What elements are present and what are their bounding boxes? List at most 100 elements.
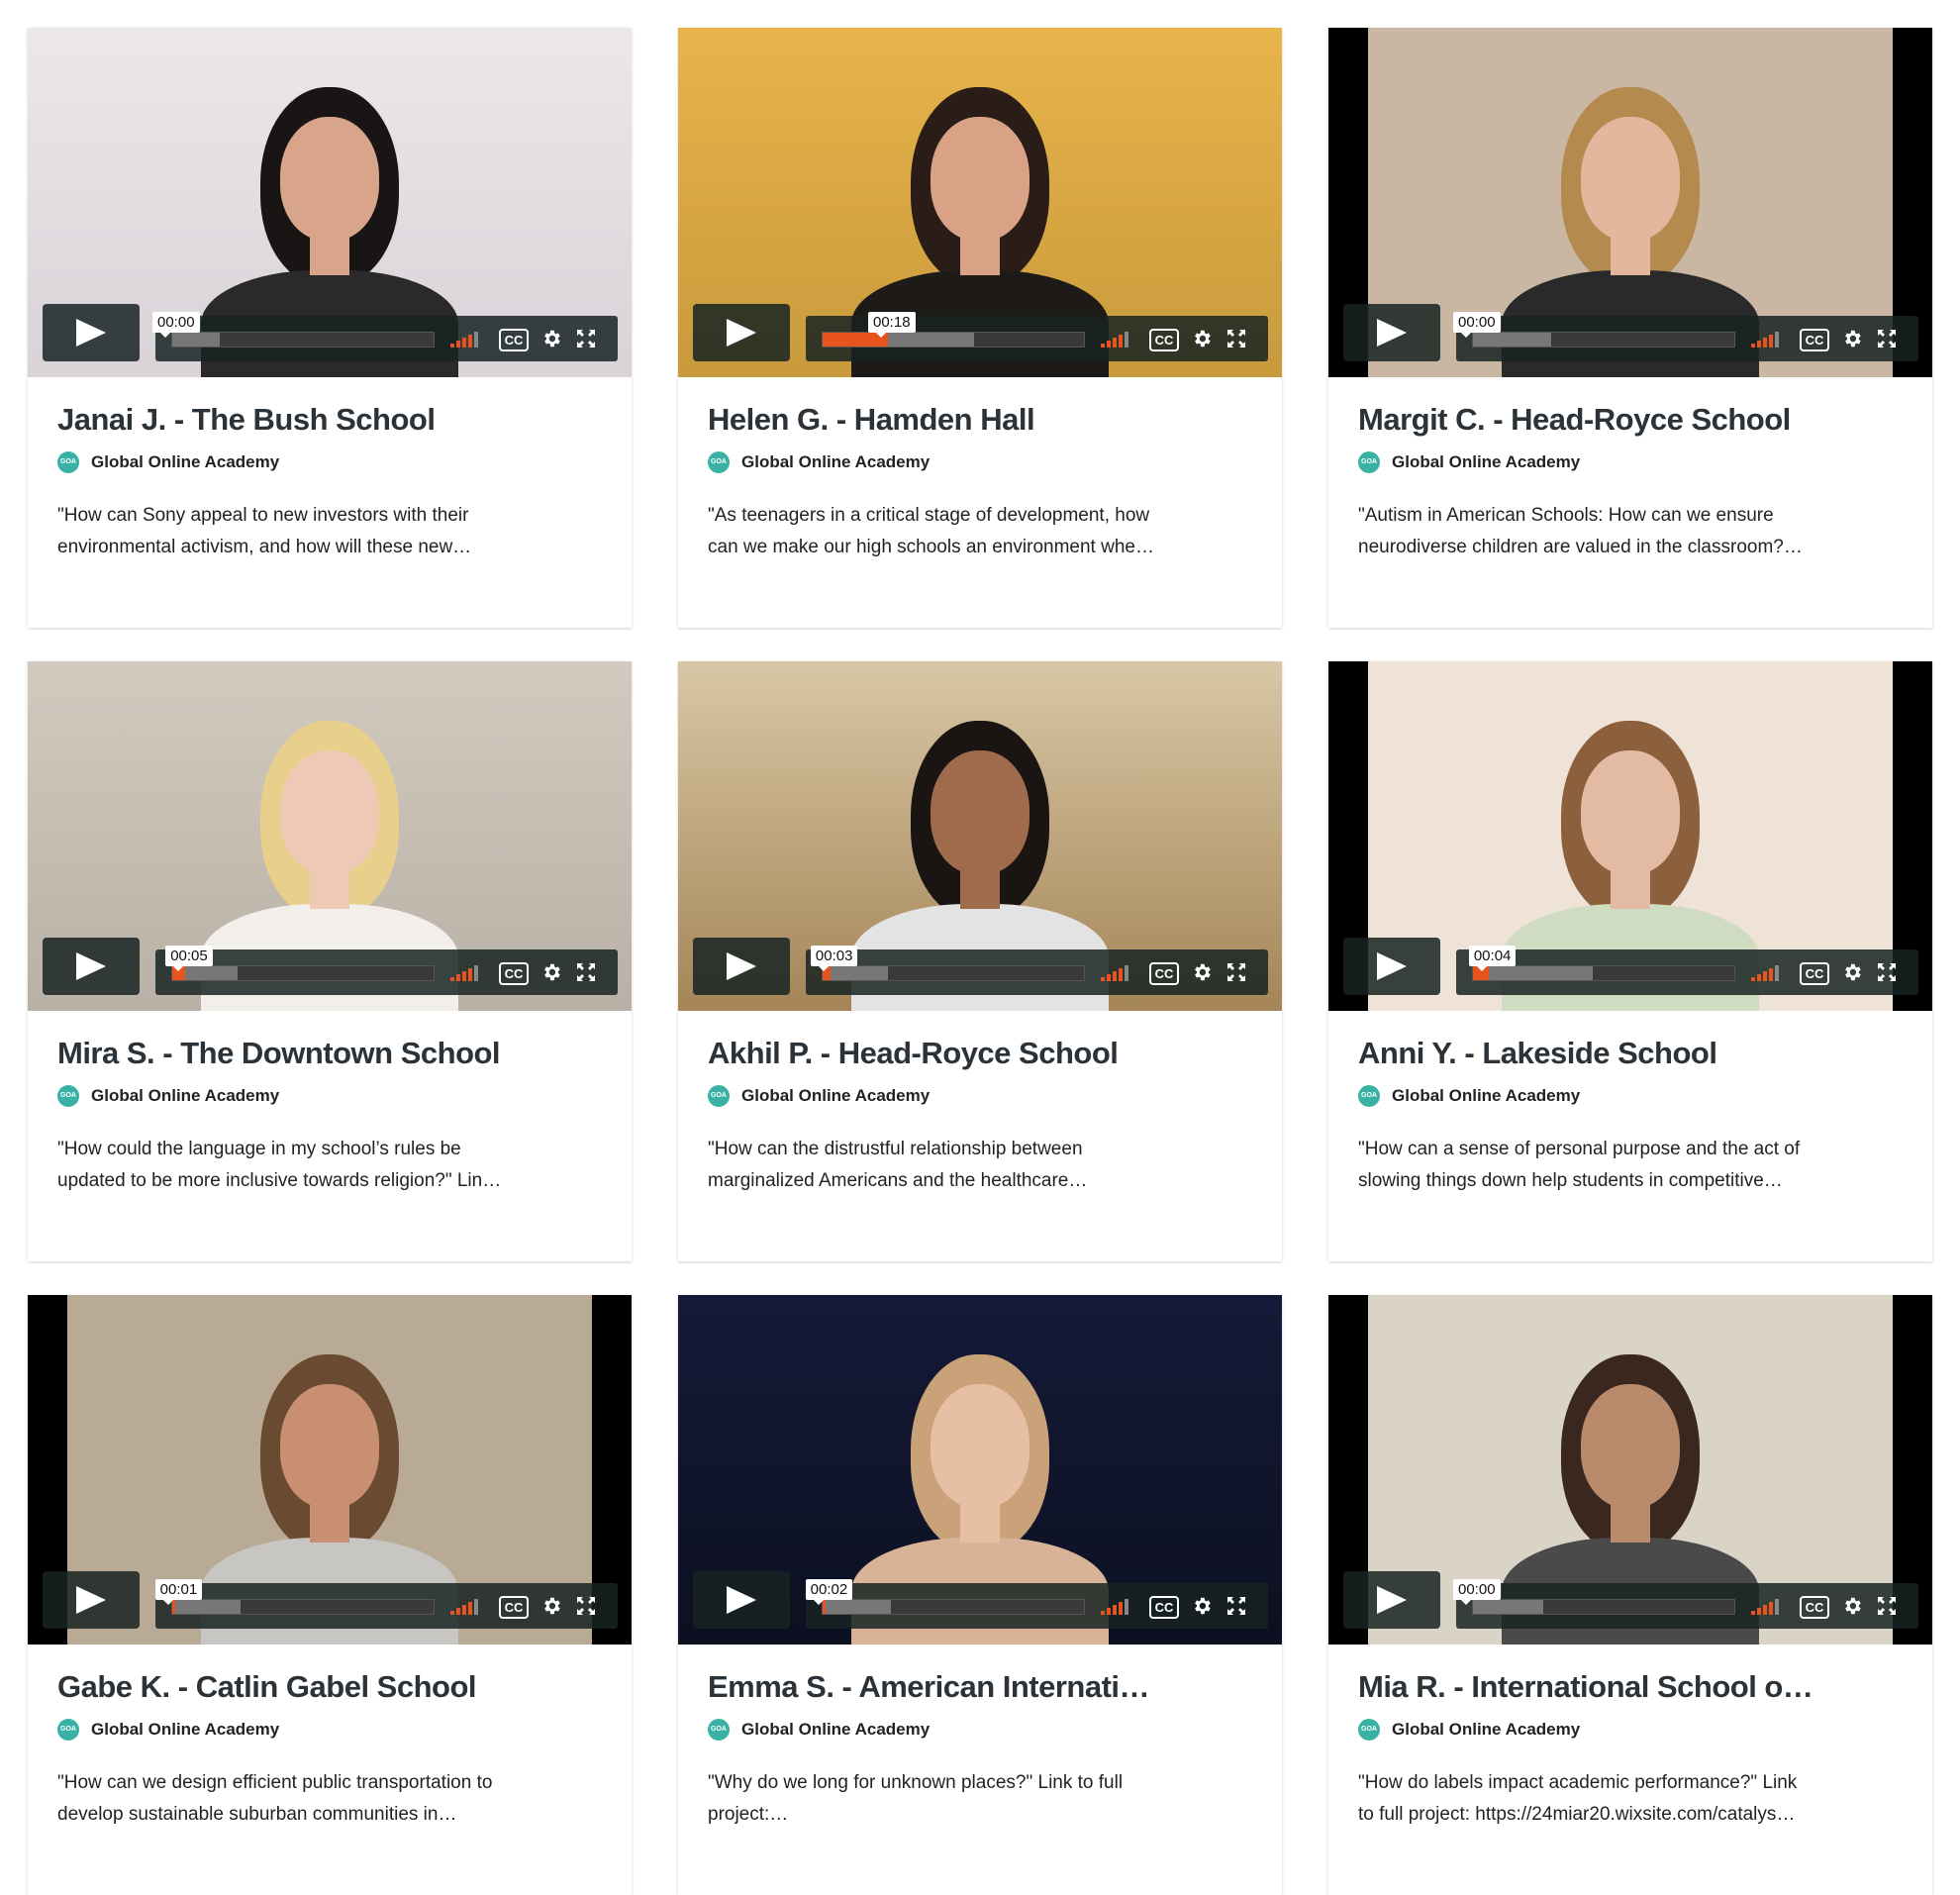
video-title[interactable]: Mia R. - International School o… — [1358, 1669, 1912, 1705]
channel-name[interactable]: Global Online Academy — [91, 1086, 279, 1106]
closed-captions-button[interactable]: CC — [1149, 962, 1179, 985]
description-line-1: "How can Sony appeal to new investors wi… — [57, 505, 469, 526]
channel-name[interactable]: Global Online Academy — [741, 1086, 930, 1106]
volume-icon[interactable] — [1751, 965, 1783, 981]
channel-name[interactable]: Global Online Academy — [91, 452, 279, 472]
play-icon — [1377, 319, 1407, 347]
play-button[interactable] — [1343, 304, 1440, 361]
buffer-bar — [1473, 966, 1594, 980]
video-card[interactable]: 00:00 CC Janai J. - The Bush School GOA … — [28, 28, 632, 628]
play-icon — [76, 319, 106, 347]
closed-captions-button[interactable]: CC — [499, 329, 529, 351]
closed-captions-button[interactable]: CC — [1800, 962, 1829, 985]
fullscreen-icon[interactable] — [1878, 963, 1896, 981]
progress-track[interactable]: 00:00 — [1453, 312, 1735, 348]
closed-captions-button[interactable]: CC — [1149, 329, 1179, 351]
fullscreen-icon[interactable] — [577, 963, 595, 981]
progress-track[interactable]: 00:00 — [1453, 1579, 1735, 1615]
fullscreen-icon[interactable] — [1227, 1597, 1245, 1615]
progress-track[interactable]: 00:18 — [822, 312, 1085, 348]
volume-icon[interactable] — [1751, 332, 1783, 348]
video-title[interactable]: Margit C. - Head-Royce School — [1358, 402, 1912, 438]
description-line-1: "How can a sense of personal purpose and… — [1358, 1139, 1801, 1159]
settings-gear-icon[interactable] — [1191, 328, 1213, 349]
play-button[interactable] — [693, 304, 790, 361]
channel-name[interactable]: Global Online Academy — [91, 1720, 279, 1740]
video-card[interactable]: 00:18 CC Helen G. - Hamden Hall GOA Glob… — [678, 28, 1282, 628]
progress-track[interactable]: 00:00 — [152, 312, 435, 348]
settings-gear-icon[interactable] — [1191, 1595, 1213, 1617]
fullscreen-icon[interactable] — [1878, 1597, 1896, 1615]
progress-track[interactable]: 00:04 — [1468, 946, 1735, 981]
fullscreen-icon[interactable] — [577, 330, 595, 348]
description-line-2: slowing things down help students in com… — [1358, 1170, 1783, 1191]
progress-track[interactable]: 00:02 — [805, 1579, 1085, 1615]
play-button[interactable] — [1343, 938, 1440, 995]
video-player[interactable]: 00:02 CC — [678, 1295, 1282, 1645]
play-button[interactable] — [43, 1571, 140, 1629]
volume-icon[interactable] — [450, 332, 482, 348]
video-player[interactable]: 00:01 CC — [28, 1295, 632, 1645]
volume-icon[interactable] — [1101, 1599, 1132, 1615]
settings-gear-icon[interactable] — [1191, 961, 1213, 983]
play-button[interactable] — [693, 938, 790, 995]
description-line-1: "How can we design efficient public tran… — [57, 1772, 493, 1793]
fullscreen-icon[interactable] — [1227, 330, 1245, 348]
video-title[interactable]: Akhil P. - Head-Royce School — [708, 1036, 1262, 1071]
video-player[interactable]: 00:03 CC — [678, 661, 1282, 1011]
video-title[interactable]: Helen G. - Hamden Hall — [708, 402, 1262, 438]
video-player[interactable]: 00:00 CC — [1328, 28, 1932, 377]
video-player[interactable]: 00:04 CC — [1328, 661, 1932, 1011]
video-card[interactable]: 00:05 CC Mira S. - The Downtown School G… — [28, 661, 632, 1261]
fullscreen-icon[interactable] — [1227, 963, 1245, 981]
progress-track[interactable]: 00:03 — [810, 946, 1085, 981]
video-title[interactable]: Mira S. - The Downtown School — [57, 1036, 612, 1071]
closed-captions-button[interactable]: CC — [1800, 329, 1829, 351]
settings-gear-icon[interactable] — [540, 961, 562, 983]
volume-icon[interactable] — [450, 965, 482, 981]
channel-name[interactable]: Global Online Academy — [1392, 1086, 1580, 1106]
video-player[interactable]: 00:05 CC — [28, 661, 632, 1011]
play-button[interactable] — [1343, 1571, 1440, 1629]
play-button[interactable] — [43, 304, 140, 361]
volume-icon[interactable] — [450, 1599, 482, 1615]
play-button[interactable] — [43, 938, 140, 995]
channel-name[interactable]: Global Online Academy — [1392, 452, 1580, 472]
video-player[interactable]: 00:18 CC — [678, 28, 1282, 377]
video-card[interactable]: 00:00 CC Mia R. - International School o… — [1328, 1295, 1932, 1895]
video-card[interactable]: 00:01 CC Gabe K. - Catlin Gabel School G… — [28, 1295, 632, 1895]
video-card[interactable]: 00:02 CC Emma S. - American Internati… G… — [678, 1295, 1282, 1895]
closed-captions-button[interactable]: CC — [499, 1596, 529, 1619]
video-player[interactable]: 00:00 CC — [28, 28, 632, 377]
video-player[interactable]: 00:00 CC — [1328, 1295, 1932, 1645]
progress-track[interactable]: 00:01 — [154, 1579, 435, 1615]
settings-gear-icon[interactable] — [1841, 961, 1863, 983]
volume-icon[interactable] — [1751, 1599, 1783, 1615]
closed-captions-button[interactable]: CC — [1800, 1596, 1829, 1619]
video-title[interactable]: Anni Y. - Lakeside School — [1358, 1036, 1912, 1071]
closed-captions-button[interactable]: CC — [499, 962, 529, 985]
channel-name[interactable]: Global Online Academy — [741, 452, 930, 472]
fullscreen-icon[interactable] — [1878, 330, 1896, 348]
volume-icon[interactable] — [1101, 965, 1132, 981]
channel-name[interactable]: Global Online Academy — [1392, 1720, 1580, 1740]
video-title[interactable]: Janai J. - The Bush School — [57, 402, 612, 438]
settings-gear-icon[interactable] — [540, 328, 562, 349]
video-description: "Autism in American Schools: How can we … — [1358, 500, 1908, 563]
video-title[interactable]: Emma S. - American Internati… — [708, 1669, 1262, 1705]
settings-gear-icon[interactable] — [1841, 328, 1863, 349]
video-card[interactable]: 00:04 CC Anni Y. - Lakeside School GOA G… — [1328, 661, 1932, 1261]
channel-name[interactable]: Global Online Academy — [741, 1720, 930, 1740]
buffer-bar — [823, 1600, 891, 1614]
closed-captions-button[interactable]: CC — [1149, 1596, 1179, 1619]
video-title[interactable]: Gabe K. - Catlin Gabel School — [57, 1669, 612, 1705]
video-card[interactable]: 00:03 CC Akhil P. - Head-Royce School GO… — [678, 661, 1282, 1261]
volume-icon[interactable] — [1101, 332, 1132, 348]
progress-track[interactable]: 00:05 — [165, 946, 435, 981]
play-button[interactable] — [693, 1571, 790, 1629]
settings-gear-icon[interactable] — [1841, 1595, 1863, 1617]
description-line-2: to full project: https://24miar20.wixsit… — [1358, 1804, 1796, 1825]
video-card[interactable]: 00:00 CC Margit C. - Head-Royce School G… — [1328, 28, 1932, 628]
fullscreen-icon[interactable] — [577, 1597, 595, 1615]
settings-gear-icon[interactable] — [540, 1595, 562, 1617]
